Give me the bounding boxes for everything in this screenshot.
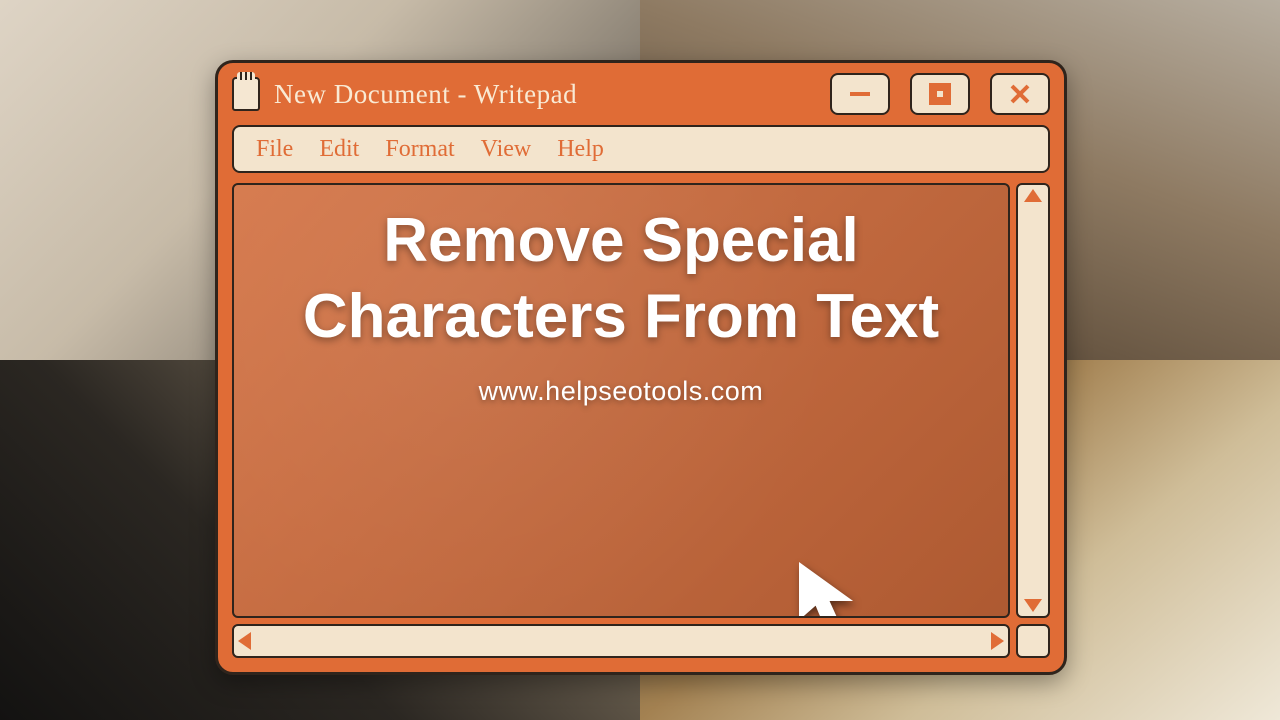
maximize-button[interactable]: [910, 73, 970, 115]
maximize-icon: [926, 80, 954, 108]
scroll-right-icon[interactable]: [991, 632, 1004, 650]
notepad-icon: [232, 77, 260, 111]
content-frame: Remove Special Characters From Text www.…: [232, 183, 1050, 658]
website-url: www.helpseotools.com: [479, 376, 764, 407]
scroll-up-icon[interactable]: [1024, 189, 1042, 202]
minimize-icon: [846, 80, 874, 108]
vertical-scrollbar[interactable]: [1016, 183, 1050, 618]
menu-view[interactable]: View: [481, 136, 532, 163]
document-canvas[interactable]: Remove Special Characters From Text www.…: [232, 183, 1010, 618]
cursor-icon: [794, 560, 864, 618]
scroll-down-icon[interactable]: [1024, 599, 1042, 612]
menubar: File Edit Format View Help: [232, 125, 1050, 173]
minimize-button[interactable]: [830, 73, 890, 115]
scrollbar-corner: [1016, 624, 1050, 658]
window-title: New Document - Writepad: [274, 79, 810, 110]
close-icon: [1006, 80, 1034, 108]
menu-file[interactable]: File: [256, 136, 293, 163]
canvas-overlay: Remove Special Characters From Text www.…: [234, 185, 1008, 616]
close-button[interactable]: [990, 73, 1050, 115]
headline-text: Remove Special Characters From Text: [281, 203, 961, 354]
menu-format[interactable]: Format: [385, 136, 454, 163]
menu-help[interactable]: Help: [557, 136, 604, 163]
scroll-left-icon[interactable]: [238, 632, 251, 650]
horizontal-scrollbar[interactable]: [232, 624, 1010, 658]
writepad-window: New Document - Writepad File Edit Format…: [215, 60, 1067, 675]
titlebar[interactable]: New Document - Writepad: [218, 63, 1064, 125]
menu-edit[interactable]: Edit: [319, 136, 359, 163]
